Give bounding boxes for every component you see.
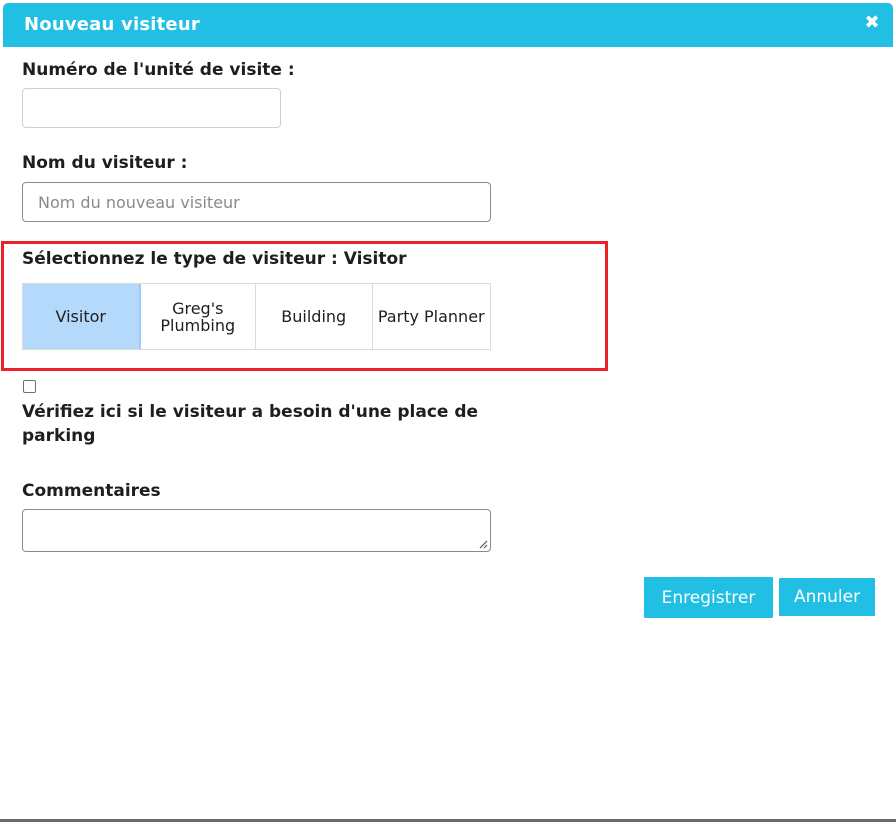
dialog-title: Nouveau visiteur: [24, 14, 200, 35]
unit-number-label: Numéro de l'unité de visite :: [22, 60, 295, 80]
new-visitor-dialog: Nouveau visiteur ✖ Numéro de l'unité de …: [0, 0, 896, 822]
resize-handle-icon[interactable]: [478, 539, 488, 549]
cancel-button[interactable]: Annuler: [779, 578, 875, 616]
comments-label: Commentaires: [22, 481, 161, 501]
unit-number-input[interactable]: [22, 88, 281, 128]
parking-label: Vérifiez ici si le visiteur a besoin d'u…: [22, 402, 479, 446]
visitor-type-option-gregs-plumbing[interactable]: Greg's Plumbing: [140, 284, 256, 349]
save-button[interactable]: Enregistrer: [644, 577, 773, 618]
visitor-name-label: Nom du visiteur :: [22, 153, 188, 173]
dialog-header: Nouveau visiteur ✖: [3, 3, 893, 47]
visitor-type-label: Sélectionnez le type de visiteur : Visit…: [22, 249, 407, 269]
visitor-type-option-party-planner[interactable]: Party Planner: [372, 284, 490, 349]
visitor-name-input[interactable]: [22, 182, 491, 222]
comments-textarea[interactable]: [22, 509, 491, 552]
parking-checkbox[interactable]: [23, 380, 36, 393]
visitor-type-option-building[interactable]: Building: [256, 284, 373, 349]
close-icon[interactable]: ✖: [862, 13, 882, 33]
visitor-type-selector: Visitor Greg's Plumbing Building Party P…: [22, 283, 491, 350]
visitor-type-option-visitor[interactable]: Visitor: [23, 284, 141, 349]
